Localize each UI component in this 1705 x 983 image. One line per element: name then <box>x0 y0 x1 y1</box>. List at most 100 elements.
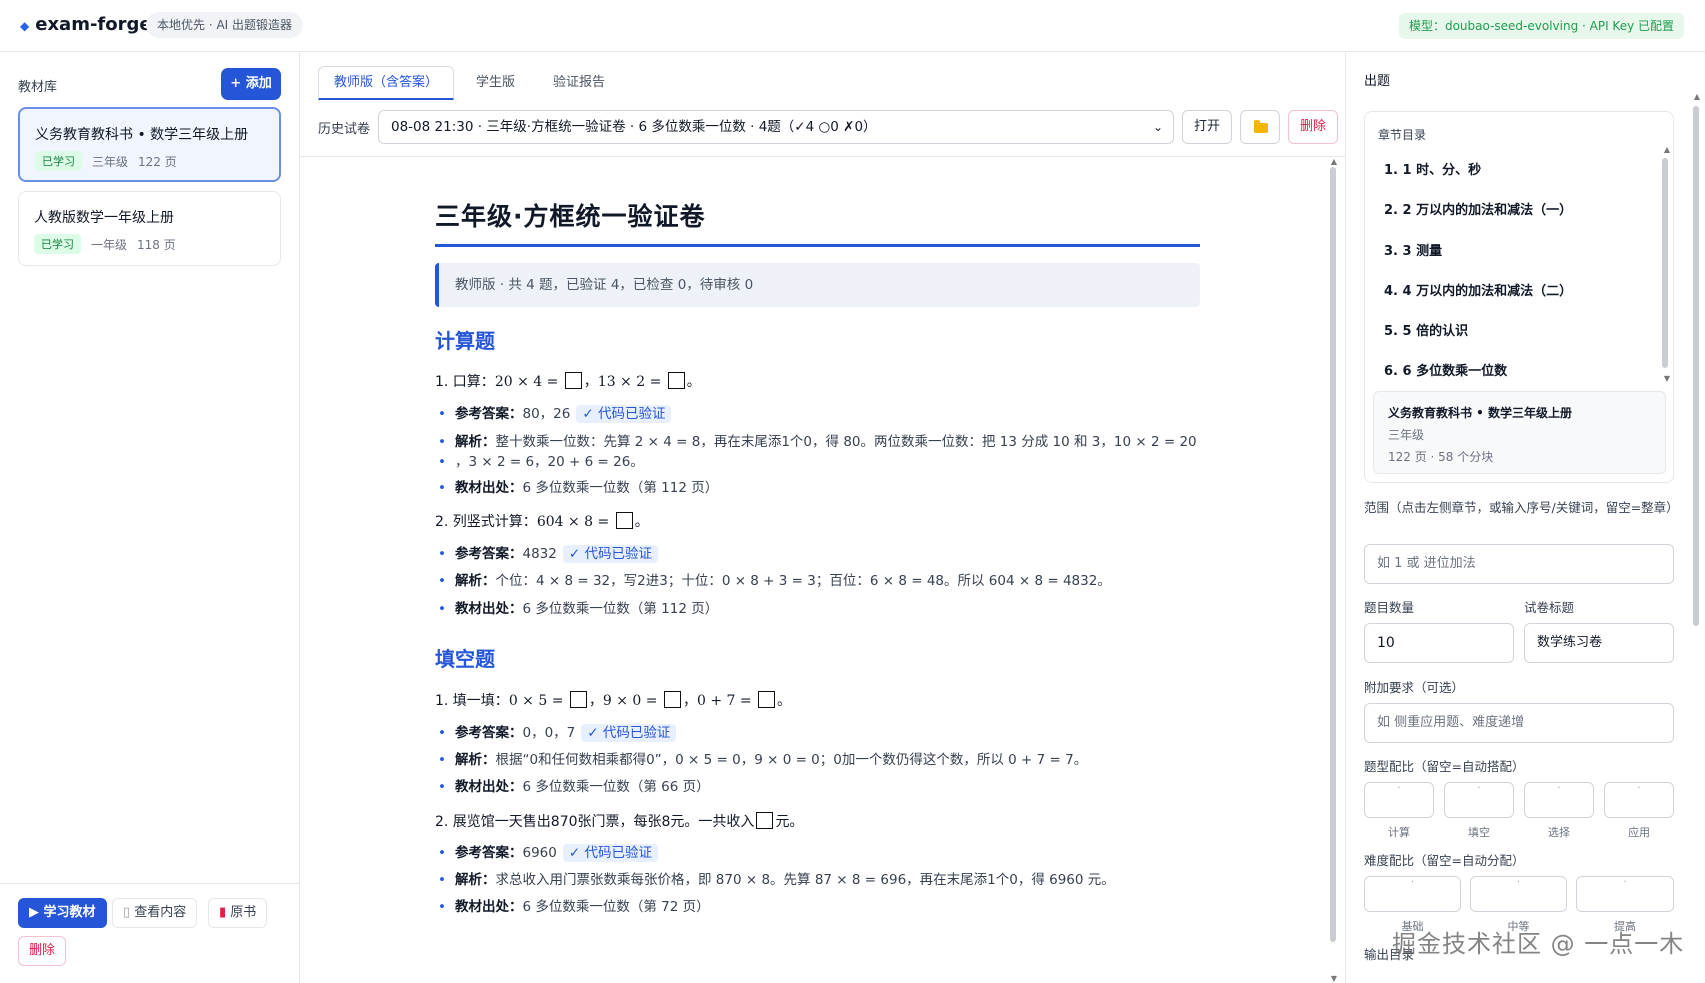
paper-document-area[interactable]: ▲ ▼ 三年级·方框统一验证卷 教师版 · 共 4 题，已验证 4，已检查 0，… <box>300 156 1345 983</box>
analysis-line: 解析：整十数乘一位数：先算 2 × 4 = 8，再在末尾添1个0，得 80。两位… <box>438 432 1204 453</box>
view-tabs: 教师版（含答案） 学生版 验证报告 <box>318 66 621 100</box>
scroll-up-arrow[interactable]: ▲ <box>1331 157 1337 166</box>
paper-title: 三年级·方框统一验证卷 <box>435 202 706 231</box>
type-calc-input[interactable]: · <box>1364 782 1434 818</box>
answer-line: 参考答案：80，26 ✓ 代码已验证 <box>438 404 672 425</box>
paper-title-input[interactable]: 数学练习卷 <box>1524 623 1674 663</box>
top-bar: ◆ exam-forge 本地优先 · AI 出题锻造器 模型：doubao-se… <box>0 0 1705 52</box>
delete-book-button[interactable]: 删除 <box>18 936 67 966</box>
chapter-item[interactable]: 1. 1 时、分、秒 <box>1384 159 1481 178</box>
question-math: 0 × 5 = <box>508 693 568 709</box>
book-icon: ▮ <box>219 905 231 920</box>
difficulty-hard-input[interactable]: · <box>1576 876 1674 912</box>
source-label: 教材出处： <box>455 899 523 915</box>
app-name: exam-forge <box>35 14 152 35</box>
answer-line: 参考答案：4832 ✓ 代码已验证 <box>438 544 658 565</box>
scroll-down-arrow[interactable]: ▼ <box>1331 974 1337 983</box>
question-math: ，13 × 2 = <box>583 374 666 390</box>
book-card-grade3[interactable]: 义务教育教科书 • 数学三年级上册 已学习 三年级 122 页 <box>18 107 281 182</box>
analysis-text: 求总收入用门票张数乘每张价格，即 870 × 8。先算 87 × 8 = 696… <box>495 872 1115 888</box>
paper-title-label: 试卷标题 <box>1524 600 1575 615</box>
book-title: 义务教育教科书 • 数学三年级上册 <box>35 127 249 143</box>
model-status-badge: 模型：doubao-seed-evolving · API Key 已配置 <box>1398 13 1684 39</box>
difficulty-medium-input[interactable]: · <box>1470 876 1567 912</box>
app-logo: ◆ exam-forge <box>20 14 152 35</box>
range-input[interactable]: 如 1 或 进位加法 <box>1364 544 1674 584</box>
open-folder-button[interactable] <box>1240 110 1280 144</box>
analysis-text: 根据“0和任何数相乘都得0”，0 × 5 = 0，9 × 0 = 0；0加一个数… <box>495 752 1088 768</box>
question: 1. 填一填：0 × 5 = ，9 × 0 = ，0 + 7 = 。 <box>435 690 791 710</box>
difficulty-basic-input[interactable]: · <box>1364 876 1461 912</box>
verified-badge: ✓ 代码已验证 <box>562 844 658 862</box>
type-label: 计算 <box>1388 826 1410 839</box>
learned-badge: 已学习 <box>35 151 82 171</box>
question: 2. 展览馆一天售出870张门票，每张8元。一共收入 元。 <box>435 811 803 831</box>
library-title: 教材库 <box>18 80 58 95</box>
open-paper-button[interactable]: 打开 <box>1182 110 1232 144</box>
type-fill-input[interactable]: · <box>1444 782 1514 818</box>
chapter-item[interactable]: 3. 3 测量 <box>1384 240 1442 259</box>
source-label: 教材出处： <box>455 480 523 496</box>
answer-box <box>667 372 685 389</box>
type-choice-input[interactable]: · <box>1524 782 1594 818</box>
scroll-up-arrow[interactable]: ▲ <box>1694 92 1700 101</box>
answer-box <box>663 691 681 708</box>
difficulty-label: 难度配比（留空=自动分配） <box>1364 853 1525 868</box>
count-input[interactable]: 10 <box>1364 623 1514 663</box>
view-content-label: 查看内容 <box>134 905 187 920</box>
answer-line: 参考答案：6960 ✓ 代码已验证 <box>438 843 658 864</box>
section-title: 填空题 <box>435 647 495 671</box>
analysis-line: 解析：求总收入用门票张数乘每张价格，即 870 × 8。先算 87 × 8 = … <box>438 870 1115 891</box>
book-pages: 118 页 <box>137 237 176 252</box>
selected-book-card: 义务教育教科书 • 数学三年级上册 三年级 122 页 · 58 个分块 <box>1373 391 1666 474</box>
generator-title: 出题 <box>1364 74 1391 89</box>
source-line: 教材出处：6 多位数乘一位数（第 66 页） <box>438 777 710 798</box>
extra-input[interactable]: 如 侧重应用题、难度递增 <box>1364 703 1674 743</box>
type-mix-label: 题型配比（留空=自动搭配） <box>1364 759 1525 774</box>
generator-panel: 出题 ▲ 章节目录 ▲ ▼ 1. 1 时、分、秒 2. 2 万以内的加法和减法（… <box>1345 52 1705 983</box>
history-value: 08-08 21:30 · 三年级·方框统一验证卷 · 6 多位数乘一位数 · … <box>391 119 877 135</box>
question: 2. 列竖式计算：604 × 8 = 。 <box>435 511 649 531</box>
scroll-down-arrow[interactable]: ▼ <box>1664 374 1670 383</box>
delete-paper-button[interactable]: 删除 <box>1288 110 1338 144</box>
source-text: 6 多位数乘一位数（第 112 页） <box>522 480 719 496</box>
analysis-line-cont: ，3 × 2 = 6，20 + 6 = 26。 <box>438 452 644 473</box>
question-math: 。 <box>634 514 649 530</box>
analysis-label: 解析： <box>455 573 496 589</box>
source-text: 6 多位数乘一位数（第 112 页） <box>522 601 719 617</box>
document-icon: ▯ <box>123 905 135 920</box>
chevron-down-icon: ⌄ <box>1152 120 1163 134</box>
watermark: 掘金技术社区 @ 一点一木 <box>1392 930 1685 958</box>
verified-badge: ✓ 代码已验证 <box>576 405 672 423</box>
selected-book-meta: 122 页 · 58 个分块 <box>1388 450 1494 464</box>
source-text: 6 多位数乘一位数（第 66 页） <box>522 779 710 795</box>
chapter-item[interactable]: 5. 5 倍的认识 <box>1384 320 1468 339</box>
chapter-item[interactable]: 6. 6 多位数乘一位数 <box>1384 360 1507 379</box>
generator-scrollbar[interactable] <box>1693 106 1699 626</box>
chapter-item[interactable]: 4. 4 万以内的加法和减法（二） <box>1384 280 1572 299</box>
view-content-button[interactable]: ▯ 查看内容 <box>112 898 198 928</box>
learn-book-button[interactable]: ▶ 学习教材 <box>18 898 107 928</box>
book-card-grade1[interactable]: 人教版数学一年级上册 已学习 一年级 118 页 <box>18 191 281 266</box>
answer-label: 参考答案： <box>455 725 523 741</box>
tab-report[interactable]: 验证报告 <box>537 66 621 100</box>
chapter-item[interactable]: 2. 2 万以内的加法和减法（一） <box>1384 199 1572 218</box>
toc-scrollbar[interactable] <box>1662 158 1668 368</box>
answer-label: 参考答案： <box>455 546 523 562</box>
count-label: 题目数量 <box>1364 600 1415 615</box>
history-select[interactable]: 08-08 21:30 · 三年级·方框统一验证卷 · 6 多位数乘一位数 · … <box>378 110 1174 144</box>
answer-value: 6960 <box>522 845 557 861</box>
range-label: 范围（点击左侧章节，或输入序号/关键词，留空=整章） <box>1364 500 1679 515</box>
tab-teacher[interactable]: 教师版（含答案） <box>318 66 455 100</box>
app-tagline: 本地优先 · AI 出题锻造器 <box>146 12 304 38</box>
selected-book-title: 义务教育教科书 • 数学三年级上册 <box>1388 406 1573 420</box>
add-book-button[interactable]: + 添加 <box>221 68 281 100</box>
type-app-input[interactable]: · <box>1604 782 1674 818</box>
scroll-up-arrow[interactable]: ▲ <box>1664 145 1670 154</box>
document-scrollbar[interactable] <box>1330 167 1336 942</box>
tab-student[interactable]: 学生版 <box>460 66 531 100</box>
extra-label: 附加要求（可选） <box>1364 680 1465 695</box>
question: 1. 口算：20 × 4 = ，13 × 2 = 。 <box>435 371 701 391</box>
original-book-button[interactable]: ▮ 原书 <box>208 898 268 928</box>
question-math: 20 × 4 = <box>494 374 563 390</box>
